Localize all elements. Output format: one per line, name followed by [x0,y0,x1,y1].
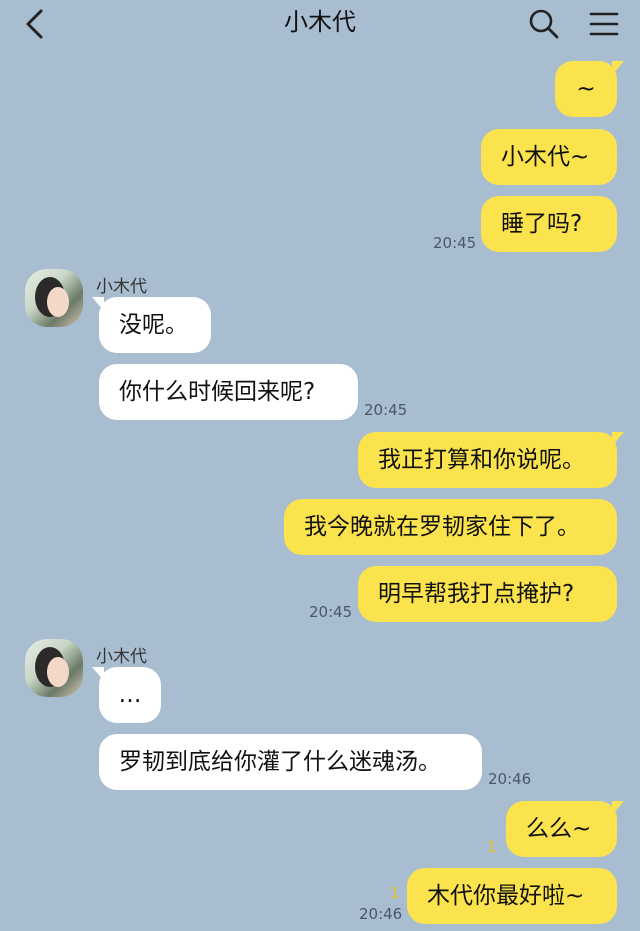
message-bubble-outgoing[interactable]: 小木代~ [481,129,617,185]
message-bubble-outgoing[interactable]: 明早帮我打点掩护? [358,566,617,622]
message-timestamp: 20:46 [359,905,403,923]
message-bubble-outgoing[interactable]: 么么~ [506,801,624,857]
avatar[interactable] [25,269,83,327]
message-timestamp: 20:45 [433,234,477,252]
unread-count: 1 [390,884,400,902]
unread-count: 1 [487,838,497,856]
sender-name: 小木代 [96,647,147,667]
sender-name: 小木代 [96,277,147,297]
message-bubble-incoming[interactable]: 罗韧到底给你灌了什么迷魂汤。 [99,734,482,790]
chat-header: 小木代 [0,0,640,48]
avatar[interactable] [25,639,83,697]
message-bubble-outgoing[interactable]: ~ [555,61,624,117]
message-timestamp: 20:45 [364,401,408,419]
message-bubble-incoming[interactable]: … [92,667,161,723]
message-bubble-incoming[interactable]: 没呢。 [92,297,211,353]
search-icon [529,9,559,39]
message-bubble-outgoing[interactable]: 木代你最好啦~ [407,868,617,924]
message-bubble-incoming[interactable]: 你什么时候回来呢? [99,364,358,420]
message-bubble-outgoing[interactable]: 睡了吗? [481,196,617,252]
message-timestamp: 20:46 [488,770,532,788]
message-bubble-outgoing[interactable]: 我今晚就在罗韧家住下了。 [284,499,617,555]
menu-icon [589,12,619,36]
menu-button[interactable] [584,4,624,44]
message-bubble-outgoing[interactable]: 我正打算和你说呢。 [358,432,624,488]
message-timestamp: 20:45 [309,603,353,621]
search-button[interactable] [524,4,564,44]
